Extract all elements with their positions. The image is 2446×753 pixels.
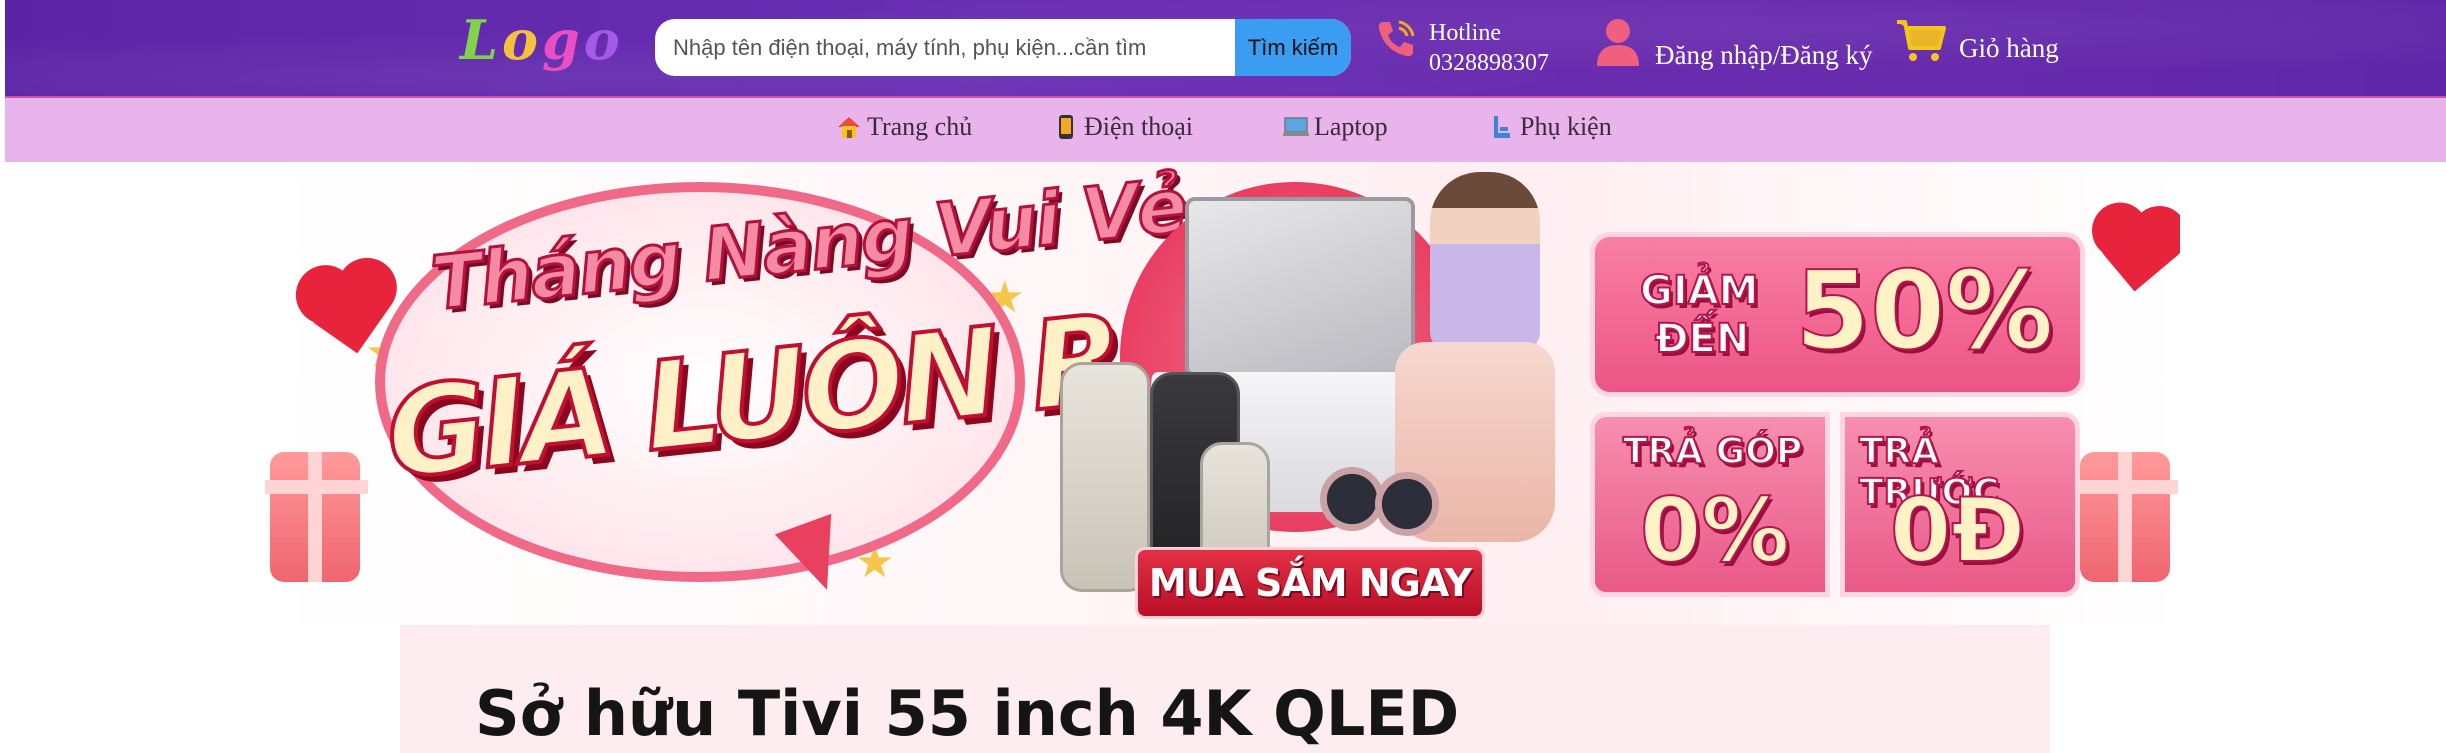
installment-panel: TRẢ GÓP 0% <box>1590 412 1830 597</box>
nav-item-label: Laptop <box>1314 112 1388 141</box>
home-icon <box>835 113 863 141</box>
hotline[interactable]: Hotline 0328898307 <box>1373 16 1549 78</box>
hotline-number[interactable]: 0328898307 <box>1429 48 1549 78</box>
laptop-image <box>1185 197 1415 377</box>
user-icon <box>1595 18 1641 73</box>
search-input[interactable] <box>655 19 1235 76</box>
logo-letter: L <box>460 8 502 72</box>
logo-letter: o <box>583 8 624 72</box>
top-header: Logo Tìm kiếm Hotline 0328898307 Đăng nh… <box>5 0 2446 96</box>
discount-prefix: ĐẾN <box>1654 316 1750 362</box>
discount-prefix: GIẢM <box>1639 268 1759 314</box>
nav-item-accessories[interactable]: Phụ kiện <box>1488 112 1612 142</box>
watch-image <box>1375 472 1439 536</box>
installment-value: 0% <box>1639 478 1790 583</box>
section-title: Sở hữu Tivi 55 inch 4K QLED <box>475 677 1460 750</box>
accessory-icon <box>1488 113 1516 141</box>
site-logo[interactable]: Logo <box>460 10 624 70</box>
main-nav: Trang chủ Điện thoại Laptop Phụ kiện <box>5 96 2446 162</box>
nav-item-label: Phụ kiện <box>1520 112 1612 141</box>
prepay-panel: TRẢ TRƯỚC 0Đ <box>1840 412 2080 597</box>
account-label: Đăng nhập/Đăng ký <box>1655 40 1873 70</box>
search-button[interactable]: Tìm kiếm <box>1235 19 1351 76</box>
cart-icon <box>1895 18 1947 69</box>
shop-now-button[interactable]: MUA SẮM NGAY <box>1135 547 1485 619</box>
promo-banner[interactable]: ★ ★ ★ Tháng Nàng Vui Vẻ GIÁ LUÔN RẺ MUA … <box>265 162 2180 625</box>
nav-item-laptop[interactable]: Laptop <box>1282 112 1388 142</box>
gift-decoration <box>265 452 368 582</box>
discount-value: 50% <box>1794 248 2055 375</box>
search-bar: Tìm kiếm <box>655 19 1351 76</box>
cart-link[interactable]: Giỏ hàng <box>1895 18 2059 69</box>
hotline-label: Hotline <box>1429 20 1501 46</box>
nav-item-label: Trang chủ <box>867 112 973 141</box>
account-link[interactable]: Đăng nhập/Đăng ký <box>1595 18 1872 73</box>
cart-label: Giỏ hàng <box>1959 33 2059 63</box>
prepay-value: 0Đ <box>1889 478 2026 583</box>
nav-item-home[interactable]: Trang chủ <box>835 112 972 142</box>
heart-decoration <box>2098 212 2178 292</box>
discount-panel: GIẢM ĐẾN 50% <box>1590 232 2085 397</box>
logo-letter: o <box>501 8 542 72</box>
featured-product-section: Sở hữu Tivi 55 inch 4K QLED <box>400 625 2050 753</box>
installment-label: TRẢ GÓP <box>1622 430 1803 473</box>
nav-item-label: Điện thoại <box>1084 112 1194 141</box>
gift-decoration <box>2072 452 2178 582</box>
logo-letter: g <box>542 8 584 72</box>
laptop-icon <box>1282 113 1310 141</box>
mobile-icon <box>1052 113 1080 141</box>
model-image <box>1430 172 1540 352</box>
phone-icon <box>1373 16 1419 67</box>
nav-item-phone[interactable]: Điện thoại <box>1052 112 1193 142</box>
